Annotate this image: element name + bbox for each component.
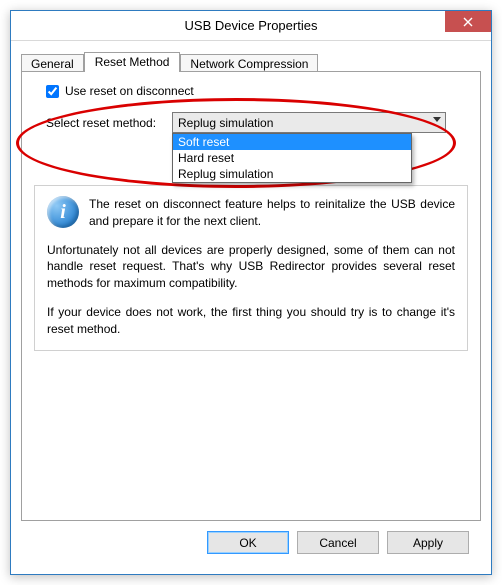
use-reset-row: Use reset on disconnect — [46, 84, 468, 98]
tab-reset-method[interactable]: Reset Method — [84, 52, 181, 72]
info-paragraph-3: If your device does not work, the first … — [47, 304, 455, 338]
content-area: General Reset Method Network Compression… — [11, 41, 491, 574]
select-method-label: Select reset method: — [46, 116, 166, 130]
reset-method-combo[interactable]: Replug simulation — [172, 112, 446, 133]
chevron-down-icon — [433, 117, 441, 122]
use-reset-checkbox[interactable] — [46, 85, 59, 98]
ok-button[interactable]: OK — [207, 531, 289, 554]
cancel-button[interactable]: Cancel — [297, 531, 379, 554]
titlebar: USB Device Properties — [11, 11, 491, 41]
tabstrip: General Reset Method Network Compression — [21, 49, 481, 71]
info-group: i The reset on disconnect feature helps … — [34, 185, 468, 351]
dialog-button-row: OK Cancel Apply — [21, 521, 481, 566]
info-icon: i — [47, 196, 79, 228]
close-button[interactable] — [445, 11, 491, 32]
option-hard-reset[interactable]: Hard reset — [173, 150, 411, 166]
combo-value: Replug simulation — [178, 116, 273, 130]
option-replug-simulation[interactable]: Replug simulation — [173, 166, 411, 182]
tab-panel-reset: Use reset on disconnect Select reset met… — [21, 71, 481, 521]
window-title: USB Device Properties — [11, 18, 491, 33]
select-method-row: Select reset method: Replug simulation S… — [46, 112, 468, 133]
use-reset-label: Use reset on disconnect — [65, 84, 194, 98]
reset-method-dropdown: Soft reset Hard reset Replug simulation — [172, 133, 412, 183]
info-paragraph-1: The reset on disconnect feature helps to… — [89, 196, 455, 230]
apply-button[interactable]: Apply — [387, 531, 469, 554]
option-soft-reset[interactable]: Soft reset — [173, 134, 411, 150]
close-icon — [463, 17, 473, 27]
dialog-window: USB Device Properties General Reset Meth… — [10, 10, 492, 575]
reset-method-combo-wrap: Replug simulation Soft reset Hard reset … — [172, 112, 446, 133]
info-paragraph-2: Unfortunately not all devices are proper… — [47, 242, 455, 292]
